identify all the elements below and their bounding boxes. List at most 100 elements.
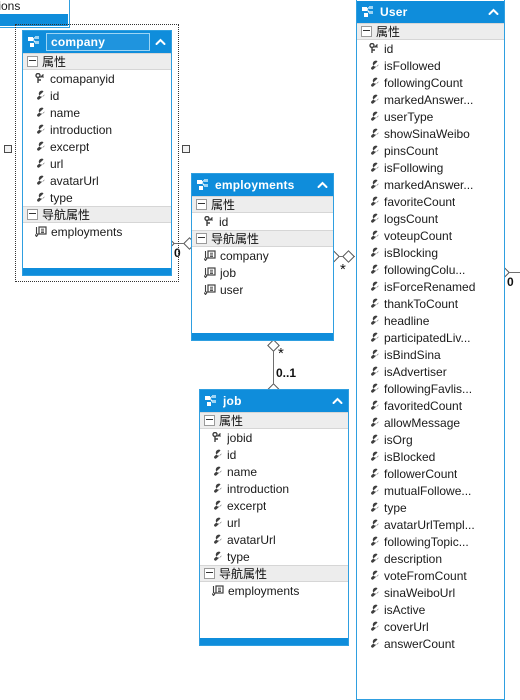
list-item[interactable]: followingColu...	[357, 261, 504, 278]
list-item[interactable]: employments	[23, 223, 171, 240]
list-item[interactable]: userType	[357, 108, 504, 125]
list-item[interactable]: followingCount	[357, 74, 504, 91]
list-item[interactable]: favoritedCount	[357, 397, 504, 414]
navigation-icon	[203, 284, 216, 296]
list-item[interactable]: id	[192, 213, 333, 230]
collapse-toggle-icon[interactable]	[27, 209, 38, 220]
section-attributes-job[interactable]: 属性	[200, 412, 348, 429]
list-item[interactable]: headline	[357, 312, 504, 329]
list-item[interactable]: job	[192, 264, 333, 281]
list-item[interactable]: showSinaWeibo	[357, 125, 504, 142]
list-item[interactable]: comapanyid	[23, 70, 171, 87]
list-item[interactable]: isBlocking	[357, 244, 504, 261]
collapse-toggle-icon[interactable]	[196, 233, 207, 244]
collapse-toggle-icon[interactable]	[361, 26, 372, 37]
list-item[interactable]: jobid	[200, 429, 348, 446]
entity-company[interactable]: company 属性 comapanyid id name introducti…	[22, 30, 172, 276]
list-item[interactable]: logsCount	[357, 210, 504, 227]
list-item[interactable]: id	[200, 446, 348, 463]
section-navigation-company[interactable]: 导航属性	[23, 206, 171, 223]
list-item[interactable]: followerCount	[357, 465, 504, 482]
section-navigation-job[interactable]: 导航属性	[200, 565, 348, 582]
scalar-icon	[212, 449, 223, 460]
connector-user-right-stub[interactable]	[508, 272, 520, 273]
list-item[interactable]: name	[23, 104, 171, 121]
list-item[interactable]: user	[192, 281, 333, 298]
entity-header-company[interactable]: company	[23, 31, 171, 53]
list-item[interactable]: avatarUrlTempl...	[357, 516, 504, 533]
list-item[interactable]: introduction	[23, 121, 171, 138]
list-item[interactable]: sinaWeiboUrl	[357, 584, 504, 601]
entity-header-job[interactable]: job	[200, 390, 348, 412]
list-item[interactable]: name	[200, 463, 348, 480]
list-item[interactable]: type	[357, 499, 504, 516]
resize-handle-right[interactable]	[182, 145, 190, 153]
chevron-up-icon[interactable]	[332, 397, 343, 406]
list-item[interactable]: type	[200, 548, 348, 565]
section-attributes-user[interactable]: 属性	[357, 23, 504, 40]
list-item[interactable]: markedAnswer...	[357, 176, 504, 193]
list-item[interactable]: url	[23, 155, 171, 172]
list-item[interactable]: markedAnswer...	[357, 91, 504, 108]
list-item[interactable]: isActive	[357, 601, 504, 618]
list-item[interactable]: isAdvertiser	[357, 363, 504, 380]
entity-title-user[interactable]: User	[380, 5, 483, 19]
multiplicity-user-right: 0	[507, 275, 514, 289]
chevron-up-icon[interactable]	[488, 8, 499, 17]
attribute-label: headline	[384, 313, 430, 328]
entity-job[interactable]: job 属性 jobid id name introduction excerp…	[199, 389, 349, 646]
resize-handle-left[interactable]	[4, 145, 12, 153]
list-item[interactable]: voteFromCount	[357, 567, 504, 584]
list-item[interactable]: followingFavlis...	[357, 380, 504, 397]
list-item[interactable]: voteupCount	[357, 227, 504, 244]
navigation-list-company: employments	[23, 223, 171, 240]
scalar-icon	[369, 162, 380, 173]
list-item[interactable]: id	[23, 87, 171, 104]
chevron-up-icon[interactable]	[317, 181, 328, 190]
collapse-toggle-icon[interactable]	[27, 56, 38, 67]
list-item[interactable]: followingTopic...	[357, 533, 504, 550]
entity-footer-job	[200, 638, 348, 645]
list-item[interactable]: allowMessage	[357, 414, 504, 431]
list-item[interactable]: company	[192, 247, 333, 264]
entity-user[interactable]: User 属性 id isFollowed followingCount marked…	[356, 0, 505, 700]
list-item[interactable]: isFollowing	[357, 159, 504, 176]
section-attributes-employments[interactable]: 属性	[192, 196, 333, 213]
entity-header-employments[interactable]: employments	[192, 174, 333, 196]
section-attributes-company[interactable]: 属性	[23, 53, 171, 70]
list-item[interactable]: excerpt	[200, 497, 348, 514]
entity-header-user[interactable]: User	[357, 1, 504, 23]
list-item[interactable]: mutualFollowe...	[357, 482, 504, 499]
list-item[interactable]: pinsCount	[357, 142, 504, 159]
collapse-toggle-icon[interactable]	[204, 415, 215, 426]
list-item[interactable]: introduction	[200, 480, 348, 497]
list-item[interactable]: id	[357, 40, 504, 57]
section-navigation-employments[interactable]: 导航属性	[192, 230, 333, 247]
list-item[interactable]: isBindSina	[357, 346, 504, 363]
entity-employments[interactable]: employments 属性 id 导航属性 company job user	[191, 173, 334, 341]
list-item[interactable]: thankToCount	[357, 295, 504, 312]
list-item[interactable]: favoriteCount	[357, 193, 504, 210]
list-item[interactable]: avatarUrl	[23, 172, 171, 189]
list-item[interactable]: participatedLiv...	[357, 329, 504, 346]
list-item[interactable]: url	[200, 514, 348, 531]
collapse-toggle-icon[interactable]	[204, 568, 215, 579]
entity-title-employments[interactable]: employments	[215, 178, 312, 192]
entity-title-job[interactable]: job	[223, 394, 327, 408]
list-item[interactable]: isOrg	[357, 431, 504, 448]
list-item[interactable]: answerCount	[357, 635, 504, 652]
list-item[interactable]: isForceRenamed	[357, 278, 504, 295]
list-item[interactable]: avatarUrl	[200, 531, 348, 548]
list-item[interactable]: employments	[200, 582, 348, 599]
collapse-toggle-icon[interactable]	[196, 199, 207, 210]
list-item[interactable]: type	[23, 189, 171, 206]
chevron-up-icon[interactable]	[155, 38, 166, 47]
list-item[interactable]: isBlocked	[357, 448, 504, 465]
list-item[interactable]: description	[357, 550, 504, 567]
list-item[interactable]: excerpt	[23, 138, 171, 155]
entity-title-company[interactable]: company	[46, 33, 150, 51]
list-item[interactable]: isFollowed	[357, 57, 504, 74]
list-item[interactable]: coverUrl	[357, 618, 504, 635]
attribute-label: showSinaWeibo	[384, 126, 470, 141]
diagram-canvas[interactable]: tions 0 * 0..1 * 0	[0, 0, 520, 700]
